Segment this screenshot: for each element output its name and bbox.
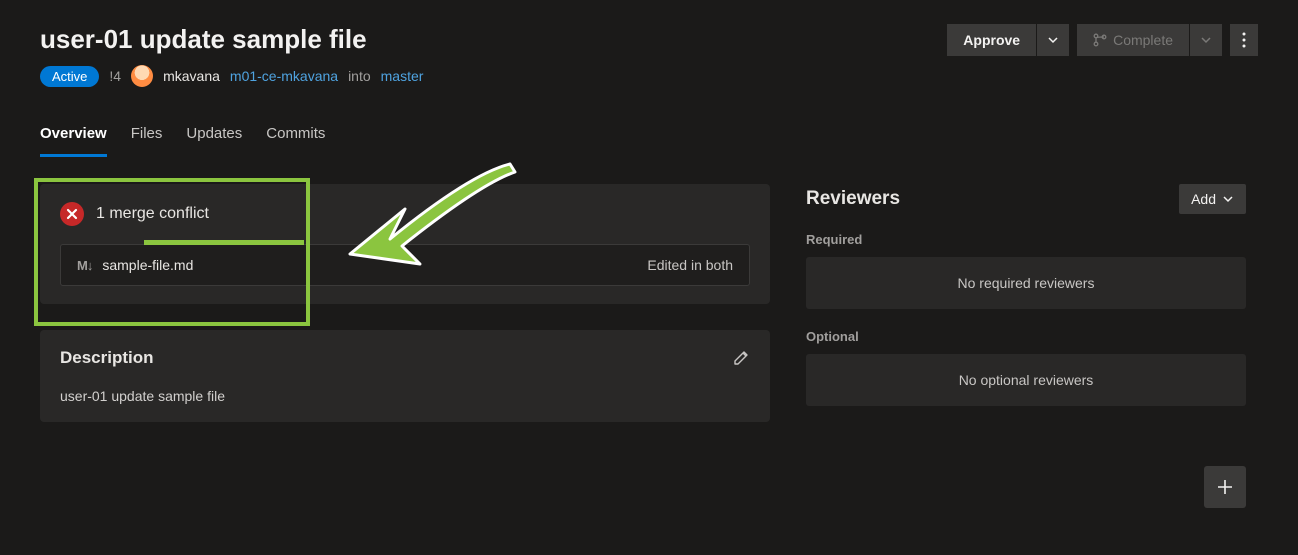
description-card: Description user-01 update sample file [40,330,770,422]
pr-title: user-01 update sample file [40,24,947,55]
pr-id: !4 [109,68,121,84]
description-heading: Description [60,348,154,368]
optional-reviewers-empty: No optional reviewers [806,354,1246,406]
description-body: user-01 update sample file [60,388,750,404]
header-actions: Approve Complete [947,24,1258,56]
status-badge: Active [40,66,99,87]
conflict-file-row[interactable]: M↓ sample-file.md Edited in both [60,244,750,286]
complete-dropdown[interactable] [1190,24,1222,56]
tab-overview[interactable]: Overview [40,117,107,157]
chevron-down-icon [1047,34,1059,46]
complete-label: Complete [1113,32,1173,48]
pr-tabs: Overview Files Updates Commits [40,117,1258,158]
approve-dropdown[interactable] [1037,24,1069,56]
pr-meta: Active !4 mkavana m01-ce-mkavana into ma… [40,65,947,87]
approve-button[interactable]: Approve [947,24,1037,56]
add-reviewer-button[interactable]: Add [1179,184,1246,214]
add-reviewer-label: Add [1191,191,1216,207]
add-comment-fab[interactable] [1204,466,1246,508]
edit-description-button[interactable] [732,349,750,367]
pr-header: user-01 update sample file Active !4 mka… [40,24,1258,87]
conflict-title: 1 merge conflict [96,205,209,223]
pencil-icon [732,349,750,367]
author-avatar[interactable] [131,65,153,87]
error-icon [60,202,84,226]
into-text: into [348,68,371,84]
required-label: Required [806,232,1246,247]
git-merge-icon [1093,33,1107,47]
author-name[interactable]: mkavana [163,68,220,84]
source-branch-link[interactable]: m01-ce-mkavana [230,68,338,84]
tab-files[interactable]: Files [131,117,163,157]
more-vertical-icon [1242,32,1246,48]
optional-label: Optional [806,329,1246,344]
conflict-file-status: Edited in both [647,257,733,273]
more-actions-button[interactable] [1230,24,1258,56]
complete-button[interactable]: Complete [1077,24,1190,56]
target-branch-link[interactable]: master [381,68,424,84]
tab-updates[interactable]: Updates [186,117,242,157]
required-reviewers-empty: No required reviewers [806,257,1246,309]
plus-icon [1216,478,1234,496]
chevron-down-icon [1200,34,1212,46]
chevron-down-icon [1222,193,1234,205]
tab-commits[interactable]: Commits [266,117,325,157]
conflict-file-name: sample-file.md [102,257,193,273]
reviewers-heading: Reviewers [806,188,900,210]
markdown-file-icon: M↓ [77,258,92,273]
merge-conflict-card: 1 merge conflict M↓ sample-file.md Edite… [40,184,770,304]
